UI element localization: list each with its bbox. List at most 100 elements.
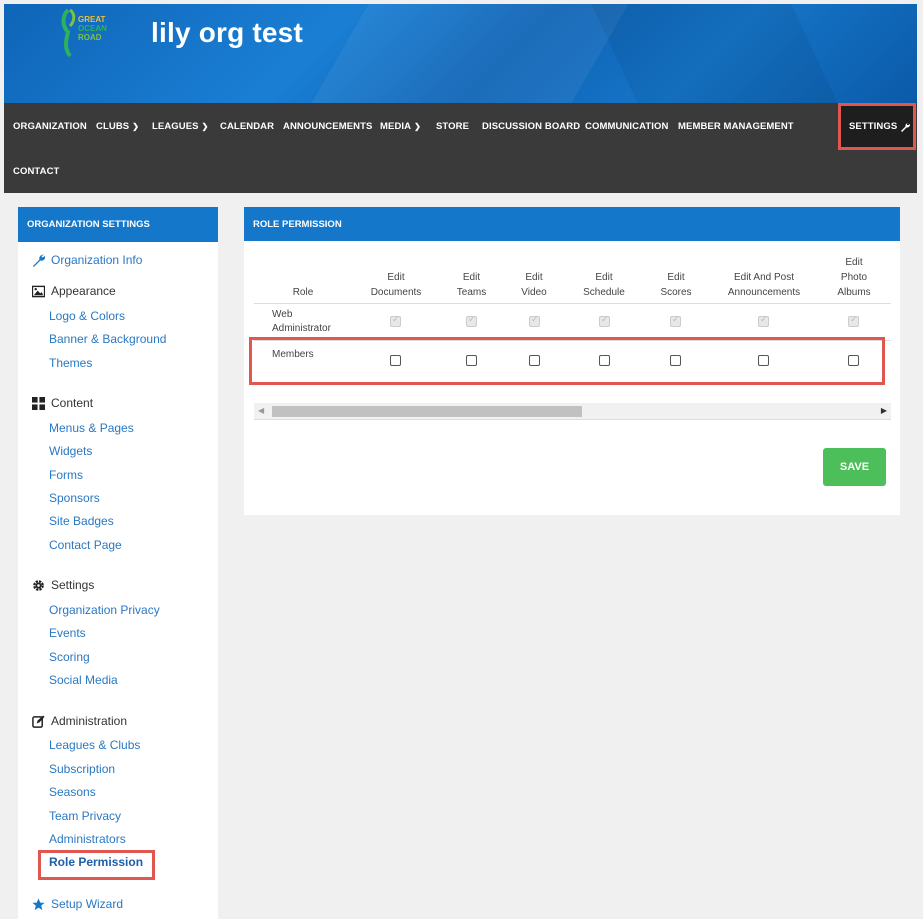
- row-divider: [254, 303, 891, 304]
- nav-label: ANNOUNCEMENTS: [283, 121, 373, 132]
- nav-label: CLUBS: [96, 121, 130, 132]
- header-line: Teams: [456, 287, 487, 298]
- sidebar-item-leagues-clubs[interactable]: Leagues & Clubs: [49, 738, 140, 752]
- sidebar-item-events[interactable]: Events: [49, 626, 86, 640]
- sidebar-item-scoring[interactable]: Scoring: [49, 650, 90, 664]
- nav-label: CONTACT: [13, 166, 60, 177]
- nav-clubs[interactable]: CLUBS ❯: [96, 121, 139, 132]
- chevron-down-icon: ❯: [201, 122, 209, 131]
- nav-label: STORE: [436, 121, 470, 132]
- section-label: Content: [51, 396, 94, 410]
- sidebar-item-organization-privacy[interactable]: Organization Privacy: [49, 603, 160, 617]
- header-line: Albums: [837, 287, 871, 298]
- sidebar-item-organization-info[interactable]: Organization Info: [32, 253, 142, 267]
- scroll-right-arrow-icon[interactable]: ▶: [881, 406, 887, 415]
- section-label: Settings: [51, 578, 95, 592]
- nav-leagues[interactable]: LEAGUES ❯: [152, 121, 208, 132]
- logo-text: GREAT: [78, 15, 106, 24]
- chevron-down-icon: ❯: [414, 122, 421, 131]
- nav-label: ORGANIZATION: [13, 121, 87, 132]
- edit-icon: [32, 714, 45, 728]
- sidebar-item-role-permission[interactable]: Role Permission: [49, 855, 143, 869]
- sidebar-section-administration: Administration: [32, 714, 127, 728]
- header-line: Edit: [595, 272, 613, 283]
- header-line: Edit: [667, 272, 685, 283]
- sidebar-item-themes[interactable]: Themes: [49, 356, 92, 370]
- nav-settings[interactable]: SETTINGS: [849, 121, 911, 132]
- column-header-edit-scores: Edit Scores: [649, 270, 703, 300]
- scroll-thumb[interactable]: [272, 406, 582, 417]
- star-icon: [32, 897, 45, 910]
- sidebar-item-banner-background[interactable]: Banner & Background: [49, 332, 166, 346]
- sidebar-item-forms[interactable]: Forms: [49, 468, 83, 482]
- site-logo[interactable]: GREAT OCEAN ROAD: [56, 8, 118, 58]
- logo-text: ROAD: [78, 33, 102, 42]
- nav-label: MEDIA: [380, 121, 412, 132]
- header-line: Documents: [370, 287, 422, 298]
- column-header-edit-teams: Edit Teams: [444, 270, 499, 300]
- nav-label: LEAGUES: [152, 121, 199, 132]
- sidebar-item-setup-wizard[interactable]: Setup Wizard: [32, 897, 123, 911]
- nav-communication[interactable]: COMMUNICATION: [585, 121, 668, 132]
- panel-title: ROLE PERMISSION: [244, 207, 900, 241]
- header-line: Schedule: [583, 287, 625, 298]
- sidebar-item-sponsors[interactable]: Sponsors: [49, 491, 100, 505]
- banner-decoration: [582, 4, 866, 103]
- nav-organization[interactable]: ORGANIZATION: [13, 121, 87, 132]
- sidebar-item-administrators[interactable]: Administrators: [49, 832, 126, 846]
- header-line: Role: [292, 287, 314, 298]
- nav-label: MEMBER MANAGEMENT: [678, 121, 794, 132]
- site-title[interactable]: lily org test: [151, 17, 303, 49]
- sidebar-item-label: Organization Info: [51, 253, 143, 267]
- sidebar-item-seasons[interactable]: Seasons: [49, 785, 96, 799]
- checkbox-admin-edit-photo-albums: [848, 314, 859, 327]
- sidebar-section-settings: Settings: [32, 578, 94, 592]
- column-header-edit-video: Edit Video: [509, 270, 559, 300]
- sidebar-item-menus-pages[interactable]: Menus & Pages: [49, 421, 134, 435]
- image-icon: [32, 285, 45, 297]
- sidebar-item-widgets[interactable]: Widgets: [49, 444, 92, 458]
- settings-sidebar: ORGANIZATION SETTINGS Organization Info …: [18, 207, 218, 919]
- nav-label: CALENDAR: [220, 121, 275, 132]
- nav-media[interactable]: MEDIA ❯: [380, 121, 421, 132]
- nav-label: COMMUNICATION: [585, 121, 669, 132]
- sidebar-item-social-media[interactable]: Social Media: [49, 673, 118, 687]
- header-line: Scores: [660, 287, 692, 298]
- header-line: Photo: [840, 272, 868, 283]
- header-line: Edit: [525, 272, 543, 283]
- nav-calendar[interactable]: CALENDAR: [220, 121, 274, 132]
- header-line: Edit: [462, 272, 481, 283]
- chevron-down-icon: ❯: [132, 122, 140, 131]
- main-nav: ORGANIZATION CLUBS ❯ LEAGUES ❯ CALENDAR AN…: [4, 103, 917, 193]
- nav-discussion-board[interactable]: DISCUSSION BOARD: [482, 121, 580, 132]
- header-line: Announcements: [727, 287, 801, 298]
- sidebar-item-team-privacy[interactable]: Team Privacy: [49, 809, 121, 823]
- grid-icon: [32, 396, 45, 410]
- sidebar-item-contact-page[interactable]: Contact Page: [49, 538, 122, 552]
- nav-announcements[interactable]: ANNOUNCEMENTS: [283, 121, 372, 132]
- sidebar-item-subscription[interactable]: Subscription: [49, 762, 115, 776]
- nav-store[interactable]: STORE: [436, 121, 469, 132]
- section-label: Administration: [51, 714, 128, 728]
- checkbox-admin-edit-schedule: [599, 314, 610, 327]
- header-line: Video: [521, 287, 547, 298]
- nav-contact[interactable]: CONTACT: [13, 166, 59, 177]
- sidebar-item-site-badges[interactable]: Site Badges: [49, 514, 114, 528]
- members-row-highlight: [249, 337, 885, 385]
- section-label: Appearance: [51, 284, 116, 298]
- save-button[interactable]: SAVE: [823, 448, 886, 486]
- role-line: Administrator: [272, 323, 331, 334]
- nav-member-management[interactable]: MEMBER MANAGEMENT: [678, 121, 794, 132]
- scroll-left-arrow-icon[interactable]: ◀: [258, 406, 264, 415]
- column-header-edit-announcements: Edit And Post Announcements: [718, 270, 810, 300]
- wrench-icon: [32, 254, 45, 267]
- wrench-icon: [901, 122, 911, 132]
- checkbox-admin-edit-video: [529, 314, 540, 327]
- nav-label: DISCUSSION BOARD: [482, 121, 581, 132]
- checkbox-admin-edit-scores: [670, 314, 681, 327]
- sidebar-item-logo-colors[interactable]: Logo & Colors: [49, 309, 125, 323]
- sidebar-title: ORGANIZATION SETTINGS: [18, 207, 218, 242]
- role-web-administrator: Web Administrator: [272, 308, 331, 336]
- horizontal-scrollbar[interactable]: ◀ ▶: [254, 403, 891, 420]
- column-header-edit-photo-albums: Edit Photo Albums: [824, 255, 884, 300]
